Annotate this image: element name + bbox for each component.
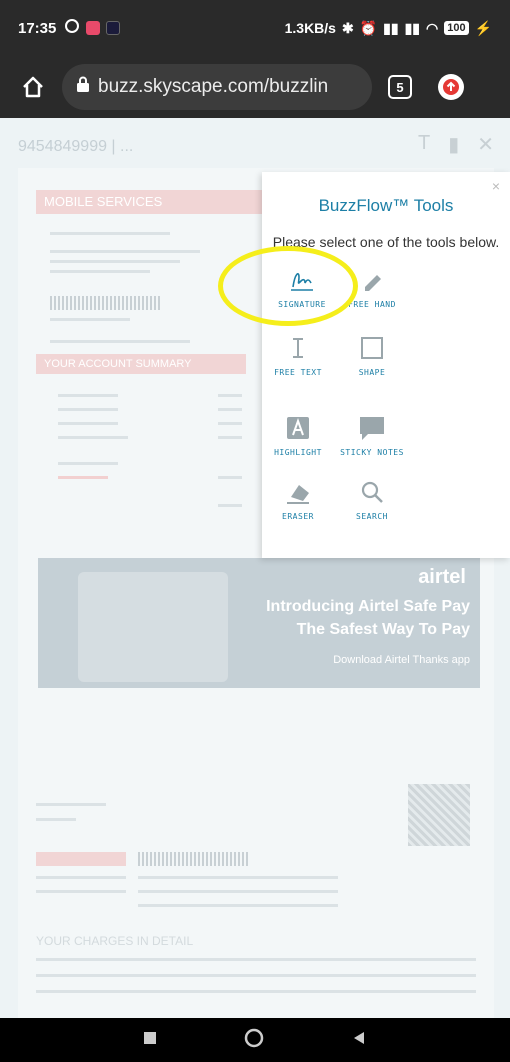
android-nav-bar <box>0 1018 510 1062</box>
airtel-logo: airtel <box>418 566 466 588</box>
annotation-circle <box>218 246 358 326</box>
promo-line-1: Introducing Airtel Safe Pay <box>266 598 470 615</box>
tool-sticky-notes[interactable]: STICKY NOTES <box>332 408 412 457</box>
signal-icon: ▮▮ <box>383 19 399 36</box>
highlight-icon <box>287 417 309 439</box>
whatsapp-icon <box>64 18 80 38</box>
url-text: buzz.skyscape.com/buzzlin <box>98 76 329 97</box>
text-tool-icon[interactable]: T <box>418 132 430 157</box>
home-nav-button[interactable] <box>243 1027 265 1054</box>
address-bar[interactable]: buzz.skyscape.com/buzzlin <box>62 64 372 110</box>
bluetooth-icon: ✱ <box>341 19 354 36</box>
status-bar: 17:35 1.3KB/s ✱ ⏰ ▮▮ ▮▮ ◠ 100 ⚡ <box>0 0 510 56</box>
buzzflow-tools-panel: × BuzzFlow™ Tools Please select one of t… <box>262 172 510 558</box>
close-panel-button[interactable]: × <box>492 178 500 194</box>
home-button[interactable] <box>16 70 50 104</box>
tool-highlight[interactable]: HIGHLIGHT <box>258 408 338 457</box>
panel-title: BuzzFlow™ Tools <box>318 196 454 215</box>
charges-title: YOUR CHARGES IN DETAIL <box>36 934 194 948</box>
pen-icon <box>365 275 381 291</box>
speech-bubble-icon <box>360 417 384 440</box>
alarm-icon: ⏰ <box>359 19 378 36</box>
summary-bar: YOUR ACCOUNT SUMMARY <box>36 354 246 374</box>
search-icon <box>361 481 383 503</box>
document-icon[interactable]: ▮ <box>448 132 459 157</box>
phone-line: 9454849999 | ... <box>18 138 134 155</box>
browser-toolbar: buzz.skyscape.com/buzzlin 5 <box>0 56 510 118</box>
wifi-icon: ◠ <box>425 19 439 36</box>
charging-icon: ⚡ <box>474 19 492 36</box>
tool-free-text[interactable]: FREE TEXT <box>258 328 338 377</box>
tab-switcher-button[interactable]: 5 <box>388 75 412 99</box>
promo-image <box>78 572 228 682</box>
network-speed: 1.3KB/s <box>284 20 336 36</box>
tool-eraser[interactable]: ERASER <box>258 472 338 521</box>
tool-search[interactable]: SEARCH <box>332 472 412 521</box>
promo-line-3: Download Airtel Thanks app <box>333 654 470 666</box>
section-title: YOUR ACCOUNT SUMMARY <box>44 358 192 370</box>
battery-icon: 100 <box>444 21 469 35</box>
tool-shape[interactable]: SHAPE <box>332 328 412 377</box>
square-icon <box>361 337 383 359</box>
recents-button[interactable] <box>143 1031 157 1050</box>
notification-app-icon <box>86 21 101 35</box>
lock-icon <box>76 76 90 98</box>
eraser-icon <box>287 485 309 504</box>
promo-banner[interactable]: airtel Introducing Airtel Safe Pay The S… <box>38 558 480 688</box>
update-button[interactable] <box>438 74 464 100</box>
qr-code <box>408 784 470 846</box>
section-title: MOBILE SERVICES <box>44 194 163 209</box>
clock: 17:35 <box>18 19 57 37</box>
home-icon <box>23 76 43 98</box>
arrow-up-icon <box>443 79 459 95</box>
header-bar: MOBILE SERVICES <box>36 190 276 214</box>
promo-line-2: The Safest Way To Pay <box>296 621 470 638</box>
close-icon[interactable]: ✕ <box>477 132 494 157</box>
signal-icon-2: ▮▮ <box>404 19 420 36</box>
back-button[interactable] <box>351 1030 367 1051</box>
notification-app-icon-2 <box>106 21 121 35</box>
text-cursor-icon <box>293 338 303 358</box>
